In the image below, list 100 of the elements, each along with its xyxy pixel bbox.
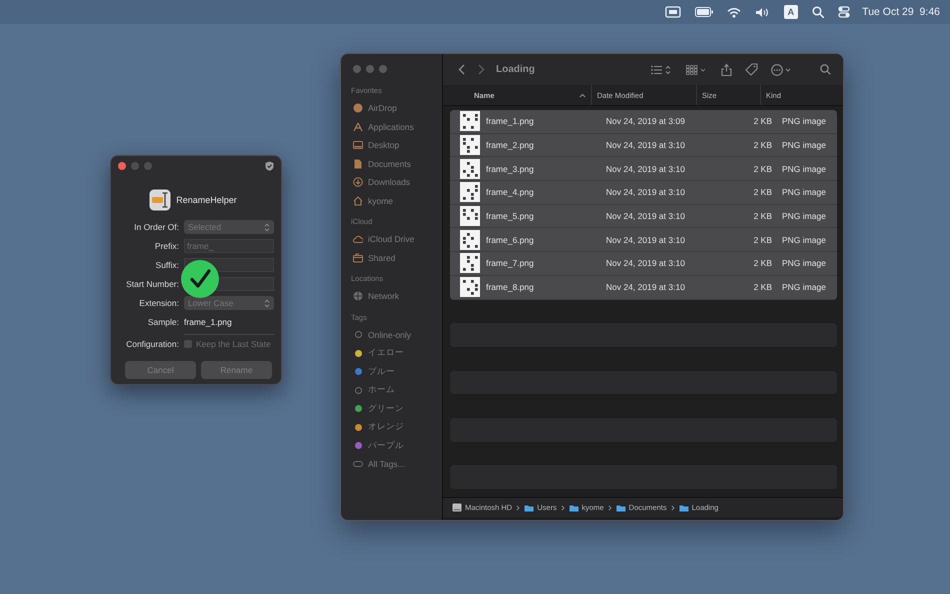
kind-cell-text: PNG image bbox=[781, 282, 826, 292]
date-cell-text: Nov 24, 2019 at 3:10 bbox=[605, 234, 686, 245]
kind-cell-text: PNG image bbox=[781, 116, 826, 126]
file-row[interactable]: frame_7.png Nov 24, 2019 at 3:10 2 KB PNG image bbox=[450, 252, 837, 276]
grid-view-icon[interactable] bbox=[686, 64, 708, 74]
image-thumbnail-icon bbox=[460, 111, 480, 132]
share-icon[interactable] bbox=[721, 63, 732, 76]
file-name: frame_8.png bbox=[486, 282, 534, 292]
shield-icon bbox=[265, 161, 274, 171]
sidebar-item[interactable]: Shared bbox=[341, 248, 442, 267]
checkbox-label: Keep the Last State bbox=[196, 339, 271, 349]
chevron-icon bbox=[516, 504, 520, 510]
date-cell-text: Nov 24, 2019 at 3:10 bbox=[605, 164, 686, 174]
image-thumbnail-icon bbox=[460, 253, 480, 274]
file-name: frame_2.png bbox=[486, 140, 534, 150]
control-center-icon[interactable] bbox=[838, 6, 850, 18]
wifi-icon[interactable] bbox=[726, 6, 741, 18]
chevron-icon bbox=[608, 504, 612, 510]
size-cell-text: 2 KB bbox=[752, 234, 772, 245]
speaker-icon[interactable] bbox=[754, 6, 770, 18]
sidebar-item[interactable]: Downloads bbox=[341, 173, 442, 192]
chevron-icon bbox=[670, 504, 675, 510]
sidebar-item[interactable]: iCloud Drive bbox=[341, 230, 442, 248]
field-label: Suffix: bbox=[154, 259, 179, 272]
field-label: Prefix: bbox=[154, 240, 179, 253]
display-icon[interactable] bbox=[664, 6, 681, 18]
download-icon bbox=[353, 177, 363, 188]
sidebar-item[interactable]: AirDrop bbox=[341, 99, 442, 118]
date-cell-text: Nov 24, 2019 at 3:10 bbox=[605, 282, 686, 292]
app-name: RenameHelper bbox=[176, 195, 237, 205]
battery-icon[interactable] bbox=[694, 7, 713, 17]
file-name: frame_6.png bbox=[486, 234, 534, 245]
app-icon bbox=[149, 189, 172, 211]
list-view-icon[interactable] bbox=[651, 64, 673, 74]
globe-icon bbox=[353, 291, 363, 302]
sample-text: frame_1.png bbox=[184, 316, 233, 329]
sidebar-item[interactable]: kyome bbox=[341, 192, 442, 210]
image-thumbnail-icon bbox=[460, 230, 480, 250]
image-thumbnail-icon bbox=[460, 158, 480, 179]
size-cell-text: 2 KB bbox=[752, 282, 772, 292]
cloud-icon bbox=[353, 234, 363, 244]
file-row[interactable]: frame_3.png Nov 24, 2019 at 3:10 2 KB PNG image bbox=[450, 157, 837, 182]
kind-cell-text: PNG image bbox=[781, 140, 826, 150]
chevron-icon bbox=[560, 504, 565, 510]
date-cell-text: Nov 24, 2019 at 3:10 bbox=[605, 211, 686, 222]
image-thumbnail-icon bbox=[460, 182, 480, 202]
field-label: In Order Of: bbox=[133, 221, 179, 234]
folder-icon bbox=[678, 504, 689, 512]
search-icon[interactable] bbox=[820, 64, 831, 75]
field-label: Extension: bbox=[138, 297, 179, 310]
airdrop-icon bbox=[353, 103, 363, 114]
size-cell-text: 2 KB bbox=[752, 116, 772, 126]
size-cell-text: 2 KB bbox=[752, 187, 772, 198]
file-row[interactable]: frame_4.png Nov 24, 2019 at 3:10 2 KB PNG image bbox=[450, 181, 837, 205]
sidebar-item[interactable]: ホーム bbox=[341, 381, 442, 400]
input-source-indicator[interactable]: A bbox=[784, 5, 798, 19]
desktop-icon bbox=[353, 140, 363, 150]
size-cell-text: 2 KB bbox=[752, 211, 772, 222]
sidebar-item[interactable]: パープル bbox=[341, 436, 442, 455]
file-name: frame_3.png bbox=[486, 164, 534, 174]
folder-icon bbox=[616, 504, 626, 512]
image-thumbnail-icon bbox=[460, 206, 480, 226]
sidebar-item[interactable]: Desktop bbox=[341, 136, 442, 154]
image-thumbnail-icon bbox=[460, 277, 480, 298]
size-cell-text: 2 KB bbox=[752, 140, 772, 150]
chevron-icon bbox=[264, 298, 270, 308]
sidebar-item[interactable]: Documents bbox=[341, 154, 442, 173]
file-row[interactable]: frame_5.png Nov 24, 2019 at 3:10 2 KB PNG image bbox=[450, 204, 837, 228]
kind-cell-text: PNG image bbox=[781, 258, 826, 268]
field-label: Configuration: bbox=[125, 338, 179, 351]
file-row[interactable]: frame_1.png Nov 24, 2019 at 3:09 2 KB PNG image bbox=[450, 110, 837, 134]
size-cell-text: 2 KB bbox=[752, 258, 772, 268]
tag-dot bbox=[354, 331, 362, 338]
sidebar-item[interactable]: イエロー bbox=[341, 344, 442, 362]
file-name: frame_5.png bbox=[486, 211, 534, 222]
sidebar-item[interactable]: Applications bbox=[341, 118, 442, 136]
field-label: Start Number: bbox=[125, 278, 179, 291]
file-row[interactable]: frame_6.png Nov 24, 2019 at 3:10 2 KB PNG image bbox=[450, 228, 837, 252]
sidebar-item[interactable]: ブルー bbox=[341, 362, 442, 381]
sidebar-item[interactable]: Network bbox=[341, 287, 442, 306]
date-cell-text: Nov 24, 2019 at 3:10 bbox=[605, 258, 686, 268]
more-options-icon[interactable] bbox=[771, 64, 793, 76]
file-row[interactable]: frame_8.png Nov 24, 2019 at 3:10 2 KB PNG image bbox=[450, 276, 837, 300]
checkbox[interactable] bbox=[184, 340, 192, 348]
kind-cell-text: PNG image bbox=[781, 187, 826, 198]
date-cell-text: Nov 24, 2019 at 3:10 bbox=[605, 140, 686, 150]
image-thumbnail-icon bbox=[460, 135, 480, 156]
tag-icon[interactable] bbox=[745, 63, 758, 76]
search-icon[interactable] bbox=[812, 6, 824, 18]
document-icon bbox=[353, 158, 363, 169]
close-button[interactable] bbox=[118, 162, 126, 170]
sidebar-item[interactable]: Online-only bbox=[341, 326, 442, 344]
applications-icon bbox=[353, 122, 363, 132]
sidebar-item[interactable]: オレンジ bbox=[341, 418, 442, 436]
file-row[interactable]: frame_2.png Nov 24, 2019 at 3:10 2 KB PNG image bbox=[450, 134, 837, 158]
sidebar-item[interactable]: グリーン bbox=[341, 400, 442, 418]
sidebar-item[interactable]: All Tags... bbox=[341, 455, 442, 474]
tag-dot bbox=[354, 386, 362, 394]
back-icon[interactable] bbox=[458, 64, 465, 75]
menu-bar-clock[interactable]: Tue Oct 29 9:46 bbox=[862, 6, 940, 18]
